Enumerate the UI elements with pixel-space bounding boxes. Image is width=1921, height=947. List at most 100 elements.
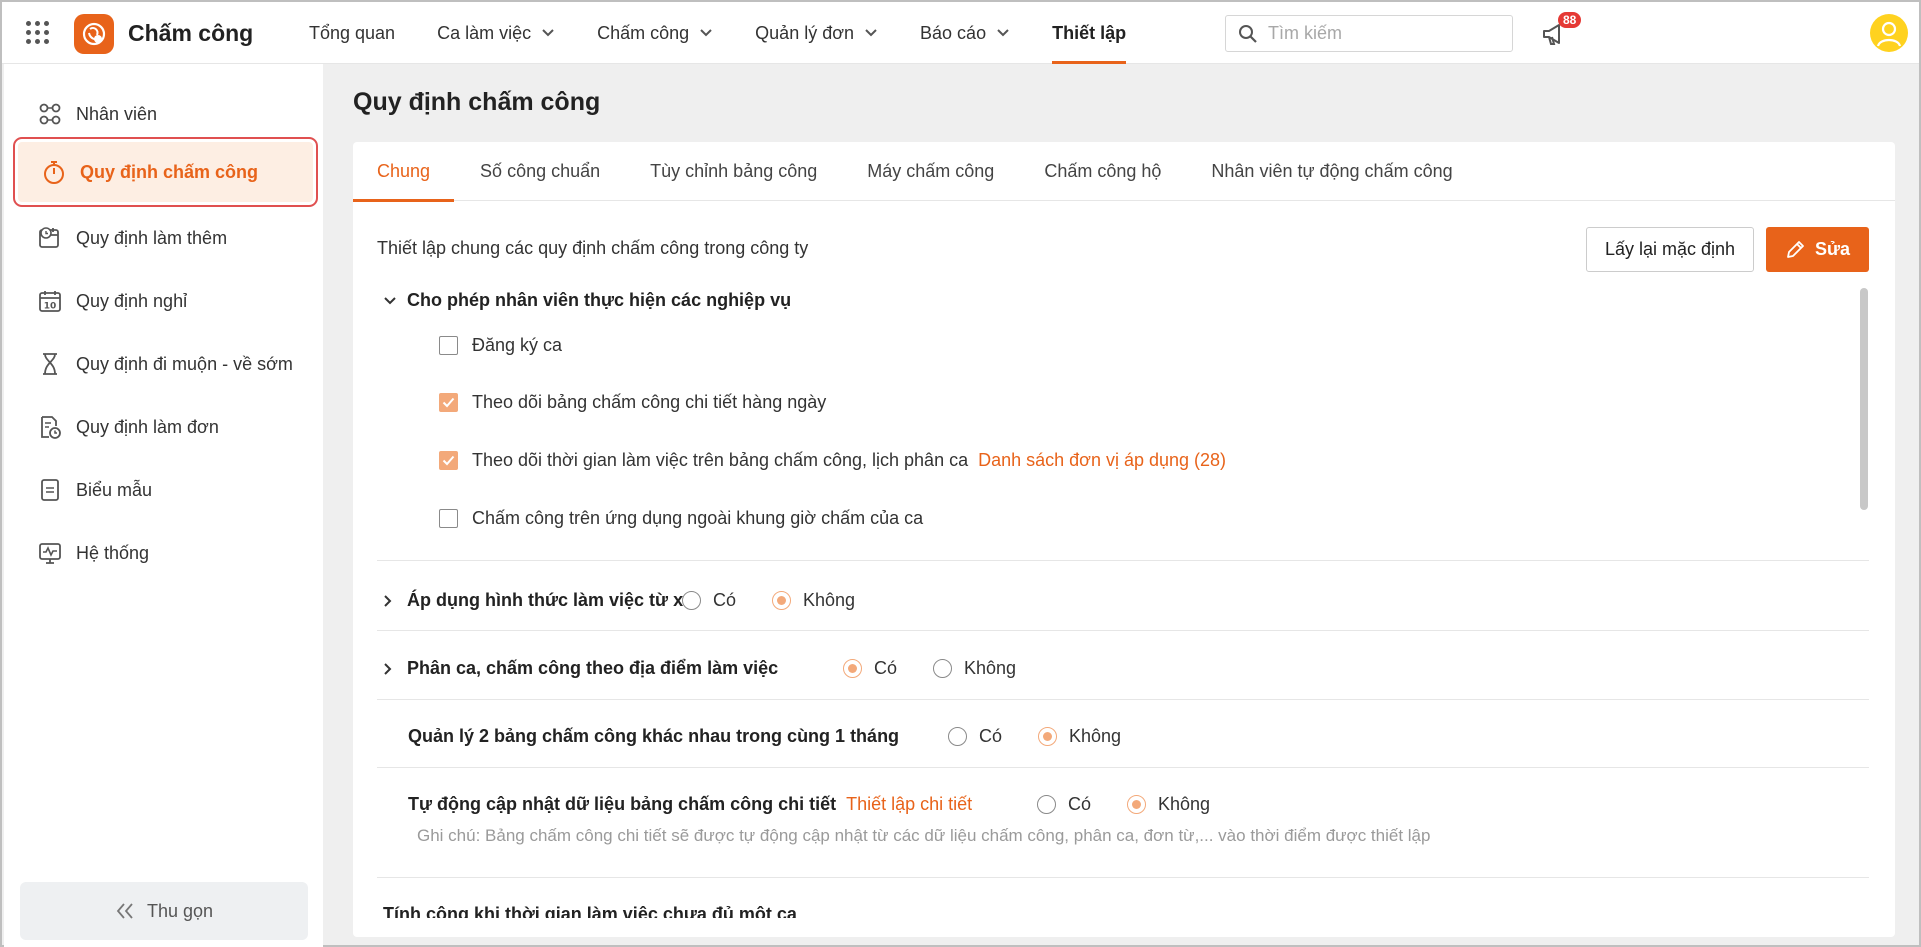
app-logo-icon	[74, 14, 114, 54]
sidebar-item-quy-dinh-lam-them[interactable]: Quy định làm thêm	[14, 208, 318, 268]
collapse-button[interactable]: Thu gọn	[20, 882, 308, 940]
chevron-down-icon	[542, 29, 554, 37]
sidebar: Nhân viên Quy định chấm công Quy định là…	[4, 64, 323, 947]
divider	[377, 560, 1869, 561]
divider	[377, 767, 1869, 768]
nav-bao-cao[interactable]: Báo cáo	[920, 2, 1052, 64]
sidebar-item-quy-dinh-lam-don[interactable]: Quy định làm đơn	[14, 397, 318, 457]
sidebar-item-quy-dinh-di-muon-ve-som[interactable]: Quy định đi muộn - về sớm	[14, 334, 318, 394]
scrollbar[interactable]	[1860, 288, 1868, 510]
chevron-right-icon	[383, 662, 397, 676]
tab-cham-cong-ho[interactable]: Chấm công hộ	[1044, 142, 1161, 201]
edit-label: Sửa	[1814, 239, 1851, 259]
check-row-dang-ky-ca: Đăng ký ca	[439, 335, 562, 356]
sidebar-item-quy-dinh-nghi[interactable]: 10 Quy định nghỉ	[14, 271, 318, 331]
radio-label: Không	[964, 658, 1017, 678]
checkbox[interactable]	[439, 451, 458, 470]
nav-label: Ca làm việc	[437, 22, 532, 43]
search-input[interactable]	[1268, 23, 1488, 44]
option-two-timesheets: Quản lý 2 bảng chấm công khác nhau trong…	[408, 726, 899, 747]
notification-badge: 88	[1558, 12, 1582, 28]
nav-label: Chấm công	[597, 22, 690, 43]
check-row-theo-doi-thoi-gian: Theo dõi thời gian làm việc trên bảng ch…	[439, 450, 1226, 471]
radio-label: Có	[1068, 794, 1092, 814]
radio-no[interactable]	[772, 591, 792, 610]
radio-label: Không	[803, 590, 856, 610]
collapse-label: Thu gọn	[146, 900, 214, 921]
radio-label: Có	[979, 726, 1003, 746]
stopwatch-icon	[40, 158, 68, 186]
sidebar-item-quy-dinh-cham-cong[interactable]: Quy định chấm công	[13, 137, 318, 207]
tab-nhan-vien-tu-dong-cham-cong[interactable]: Nhân viên tự động chấm công	[1211, 142, 1452, 201]
checkbox-label: Theo dõi bảng chấm công chi tiết hàng ng…	[472, 392, 827, 412]
search-box	[1225, 15, 1513, 52]
sidebar-item-nhan-vien[interactable]: Nhân viên	[14, 84, 318, 144]
document-clock-icon	[36, 413, 64, 441]
avatar[interactable]	[1870, 14, 1908, 52]
settings-panel: Chung Số công chuẩn Tùy chỉnh bảng công …	[353, 142, 1895, 937]
radio-no[interactable]	[1038, 727, 1058, 746]
tab-chung[interactable]: Chung	[353, 142, 455, 202]
option-label: Phân ca, chấm công theo địa điểm làm việ…	[407, 658, 779, 678]
sidebar-item-bieu-mau[interactable]: Biểu mẫu	[14, 460, 318, 520]
detail-settings-link[interactable]: Thiết lập chi tiết	[846, 794, 972, 815]
divider	[377, 877, 1869, 878]
app-grid-icon[interactable]	[26, 21, 50, 45]
tab-so-cong-chuan[interactable]: Số công chuẩn	[480, 142, 600, 201]
nav-thiet-lap[interactable]: Thiết lập	[1052, 2, 1168, 64]
nav-quan-ly-don[interactable]: Quản lý đơn	[755, 2, 920, 64]
radio-yes[interactable]	[843, 659, 862, 678]
sidebar-item-label: Quy định làm đơn	[76, 416, 219, 437]
check-row-ngoai-khung-gio: Chấm công trên ứng dụng ngoài khung giờ …	[439, 508, 923, 529]
hourglass-icon	[36, 350, 64, 378]
sidebar-item-he-thong[interactable]: Hệ thống	[14, 523, 318, 583]
chevron-right-icon	[383, 594, 397, 608]
reset-default-button[interactable]: Lấy lại mặc định	[1586, 227, 1754, 272]
section-title: Cho phép nhân viên thực hiện các nghiệp …	[407, 290, 792, 310]
radio-no[interactable]	[1127, 795, 1147, 814]
sidebar-item-label: Quy định đi muộn - về sớm	[76, 353, 293, 374]
nav-label: Tổng quan	[309, 22, 396, 43]
section-partial-shift[interactable]: Tính công khi thời gian làm việc chưa đủ…	[383, 904, 797, 918]
option-label: Quản lý 2 bảng chấm công khác nhau trong…	[408, 726, 900, 746]
tab-may-cham-cong[interactable]: Máy chấm công	[867, 142, 994, 201]
sidebar-item-label: Quy định nghỉ	[76, 290, 188, 311]
radio-yes[interactable]	[948, 727, 967, 746]
double-chevron-left-icon	[116, 903, 133, 919]
option-remote-work[interactable]: Áp dụng hình thức làm việc từ xa	[383, 590, 693, 611]
radio-group-location-shift: Có Không	[843, 658, 1052, 679]
radio-no[interactable]	[933, 659, 953, 678]
tab-tuy-chinh-bang-cong[interactable]: Tùy chỉnh bảng công	[650, 142, 817, 201]
nav-label: Báo cáo	[920, 22, 987, 43]
nav-cham-cong[interactable]: Chấm công	[597, 2, 755, 64]
radio-yes[interactable]	[1037, 795, 1056, 814]
divider	[377, 699, 1869, 700]
radio-label: Có	[874, 658, 898, 678]
nav-ca-lam-viec[interactable]: Ca làm việc	[437, 2, 597, 64]
checkbox-label: Theo dõi thời gian làm việc trên bảng ch…	[472, 450, 969, 470]
calendar-clock-icon	[36, 224, 64, 252]
users-icon	[36, 100, 64, 128]
section-allow-employees[interactable]: Cho phép nhân viên thực hiện các nghiệp …	[383, 290, 791, 311]
option-location-shift[interactable]: Phân ca, chấm công theo địa điểm làm việ…	[383, 658, 778, 679]
option-label: Áp dụng hình thức làm việc từ xa	[407, 590, 694, 610]
pencil-icon	[1787, 240, 1804, 258]
settings-description: Thiết lập chung các quy định chấm công t…	[377, 238, 809, 258]
nav-tong-quan[interactable]: Tổng quan	[309, 2, 437, 64]
svg-text:10: 10	[44, 302, 57, 312]
nav-label: Quản lý đơn	[755, 22, 855, 43]
radio-group-auto-update: Có Không	[1037, 794, 1246, 815]
radio-group-two-timesheets: Có Không	[948, 726, 1157, 747]
edit-button[interactable]: Sửa	[1766, 227, 1869, 272]
checkbox[interactable]	[439, 393, 458, 412]
chevron-down-icon	[700, 29, 712, 37]
radio-yes[interactable]	[682, 591, 701, 610]
page-title: Quy định chấm công	[353, 88, 601, 116]
checkmark-icon	[442, 455, 455, 466]
radio-label: Không	[1158, 794, 1211, 814]
checkbox[interactable]	[439, 336, 458, 355]
applied-units-link[interactable]: Danh sách đơn vị áp dụng (28)	[978, 450, 1226, 471]
search-icon	[1239, 24, 1257, 43]
checkbox[interactable]	[439, 509, 458, 528]
sidebar-item-label: Biểu mẫu	[76, 479, 153, 500]
